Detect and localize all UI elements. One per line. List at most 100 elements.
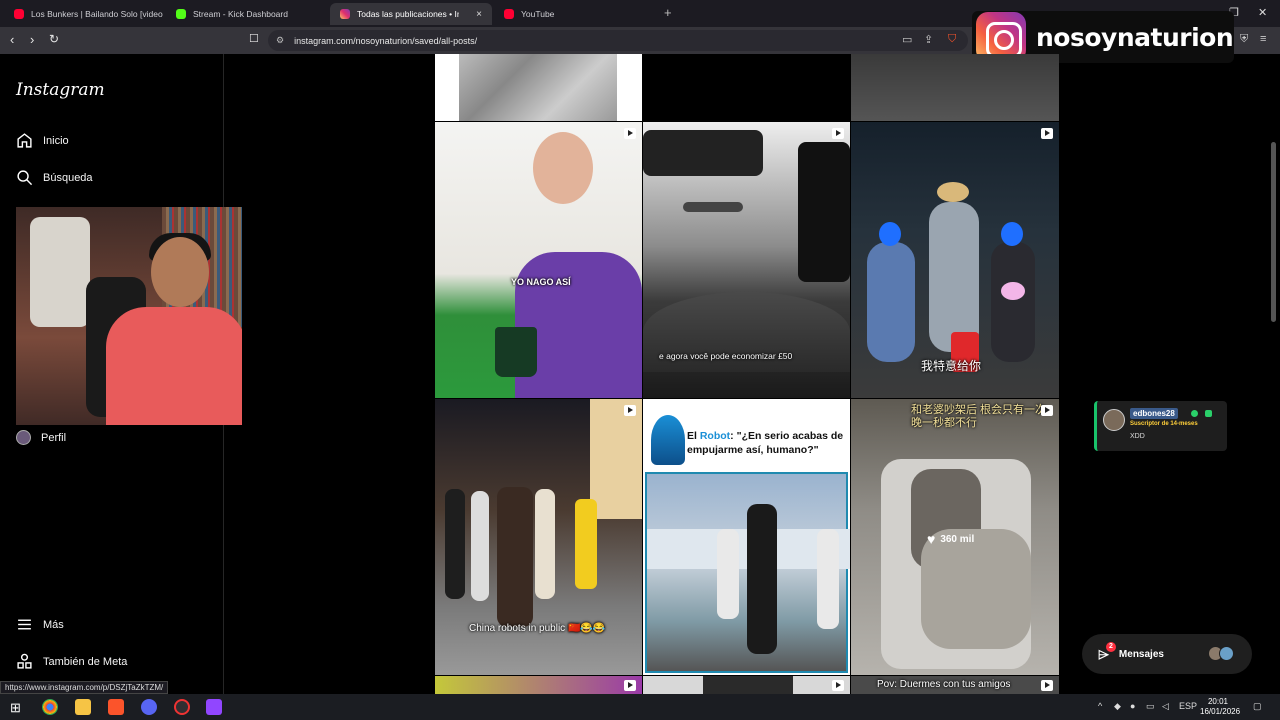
system-clock[interactable]: 20:01 16/01/2026 (1200, 697, 1241, 717)
page-scrollbar[interactable] (1268, 54, 1280, 694)
scrollbar-thumb[interactable] (1271, 142, 1276, 322)
url-text: instagram.com/nosoynaturion/saved/all-po… (294, 35, 478, 46)
messages-button[interactable]: ⌲ 2 Mensajes (1082, 634, 1252, 674)
post-tile[interactable]: e agora você pode economizar £50 (643, 122, 850, 398)
home-icon (17, 133, 32, 148)
messages-label: Mensajes (1118, 648, 1164, 660)
youtube-icon (504, 9, 514, 19)
avatar (1219, 646, 1234, 661)
clock-time: 20:01 (1207, 697, 1229, 706)
menu-icon[interactable]: ≡ (1260, 33, 1266, 45)
bookmark-icon[interactable]: ☐ (249, 32, 259, 45)
like-count: 360 mil (940, 533, 975, 545)
streaming-app-icon[interactable] (206, 699, 222, 715)
tab-title: YouTube (521, 9, 555, 19)
close-window-button[interactable]: ✕ (1258, 6, 1267, 19)
post-caption: YO NAGO ASÍ (511, 277, 571, 287)
volume-icon[interactable]: ◁ (1162, 701, 1169, 712)
chat-message-text: XDD (1130, 433, 1145, 440)
reel-icon (624, 680, 636, 691)
share-icon[interactable]: ⇪ (924, 33, 933, 46)
tab-title: Stream - Kick Dashboard (193, 9, 288, 19)
address-bar[interactable]: ⚙ instagram.com/nosoynaturion/saved/all-… (268, 30, 968, 51)
tab-youtube[interactable]: YouTube (494, 3, 654, 25)
sidebar-item-tambien-de-meta[interactable]: También de Meta (16, 653, 127, 670)
vpn-icon[interactable]: ⛨ (1240, 33, 1248, 46)
post-caption: China robots in public 🇨🇳😂😂 (469, 623, 606, 634)
clock-date: 16/01/2026 (1200, 707, 1241, 716)
post-tile[interactable]: El Robot: "¿En serio acabas de empujarme… (643, 399, 850, 675)
cast-icon[interactable]: ▭ (902, 33, 912, 46)
stream-chat-message: edbones28 Suscriptor de 14-meses XDD (1094, 401, 1227, 451)
tab-title: Todas las publicaciones • Instagr (357, 9, 459, 19)
tab-los-bunkers[interactable]: Los Bunkers | Bailando Solo [video of (4, 3, 164, 25)
like-count-overlay: ♥ 360 mil (927, 531, 974, 547)
brave-icon[interactable] (108, 699, 124, 715)
windows-taskbar: ⊞ ^ ◆ ● ▭ ◁ ESP 20:01 16/01/2026 ▢ (0, 694, 1280, 720)
post-tile[interactable] (643, 54, 850, 121)
post-tile[interactable] (851, 54, 1059, 121)
reload-icon[interactable]: ↻ (49, 32, 59, 46)
heart-icon: ♥ (927, 531, 936, 547)
sidebar: Instagram Inicio Búsqueda Perfil Más Tam… (0, 54, 242, 694)
notifications-icon[interactable]: ▢ (1253, 701, 1262, 712)
post-caption: Pov: Duermes con tus amigos (877, 679, 1011, 690)
site-info-icon[interactable]: ⚙ (276, 35, 284, 46)
forward-icon[interactable]: › (30, 32, 34, 47)
discord-icon[interactable] (141, 699, 157, 715)
sidebar-item-label: Inicio (43, 134, 69, 147)
post-tile[interactable] (435, 54, 642, 121)
file-explorer-icon[interactable] (75, 699, 91, 715)
subscriber-badge-icon (1191, 410, 1198, 417)
language-indicator[interactable]: ESP (1179, 701, 1197, 711)
kick-icon (176, 9, 186, 19)
sidebar-item-label: Más (43, 618, 64, 631)
tab-instagram[interactable]: Todas las publicaciones • Instagr × (330, 3, 492, 25)
sidebar-item-inicio[interactable]: Inicio (16, 132, 69, 149)
avatar (1103, 409, 1125, 431)
saved-posts-grid: YO NAGO ASÍ e agora você pode economizar… (435, 54, 1059, 694)
obs-icon[interactable] (174, 699, 190, 715)
new-tab-button[interactable]: + (664, 5, 672, 20)
back-icon[interactable]: ‹ (10, 32, 14, 47)
brave-shield-icon[interactable]: ⛉ (948, 33, 956, 46)
windows-start-icon[interactable]: ⊞ (10, 700, 21, 716)
reel-icon (624, 405, 636, 416)
tab-kick-dashboard[interactable]: Stream - Kick Dashboard (166, 3, 326, 25)
tray-app-icon[interactable]: ◆ (1114, 701, 1121, 712)
tab-title: Los Bunkers | Bailando Solo [video of (31, 9, 164, 19)
instagram-icon (340, 9, 350, 19)
sidebar-item-label: Perfil (41, 431, 67, 444)
instagram-wordmark[interactable]: Instagram (16, 80, 105, 100)
robot-post-title: El Robot: "¿En serio acabas de empujarme… (687, 430, 844, 456)
sidebar-item-perfil[interactable]: Perfil (16, 430, 66, 445)
network-icon[interactable]: ▭ (1146, 701, 1155, 712)
reel-icon (1041, 405, 1053, 416)
post-tile[interactable]: YO NAGO ASÍ (435, 122, 642, 398)
link-status-bar: https://www.instagram.com/p/DSZjTaZkTZM/ (0, 681, 169, 694)
chrome-icon[interactable] (42, 699, 58, 715)
post-tile[interactable]: 我特意给你 (851, 122, 1059, 398)
post-tile[interactable]: China robots in public 🇨🇳😂😂 (435, 399, 642, 675)
reel-icon (832, 680, 844, 691)
gift-badge-icon (1205, 410, 1212, 417)
post-caption: e agora você pode economizar £50 (659, 351, 793, 361)
message-avatars (1208, 646, 1234, 661)
avatar (16, 430, 31, 445)
post-caption: 我特意给你 (921, 359, 982, 373)
sidebar-item-label: También de Meta (43, 655, 128, 668)
overlay-username: nosoynaturion (1036, 22, 1234, 52)
webcam-overlay (16, 207, 242, 425)
post-tile[interactable] (435, 676, 642, 694)
chat-subtitle: Suscriptor de 14-meses (1130, 421, 1198, 427)
meta-icon (17, 653, 32, 669)
tray-expand-icon[interactable]: ^ (1098, 701, 1102, 711)
microphone-icon[interactable]: ● (1130, 701, 1135, 711)
post-tile[interactable]: 和老婆吵架后 根会只有一次晚一秒都不行 ♥ 360 mil (851, 399, 1059, 675)
post-tile[interactable]: Pov: Duermes con tus amigos (851, 676, 1059, 694)
sidebar-item-mas[interactable]: Más (16, 616, 64, 633)
post-tile[interactable] (643, 676, 850, 694)
unread-badge: 2 (1106, 642, 1116, 652)
close-tab-icon[interactable]: × (476, 9, 482, 20)
sidebar-item-busqueda[interactable]: Búsqueda (16, 169, 93, 186)
